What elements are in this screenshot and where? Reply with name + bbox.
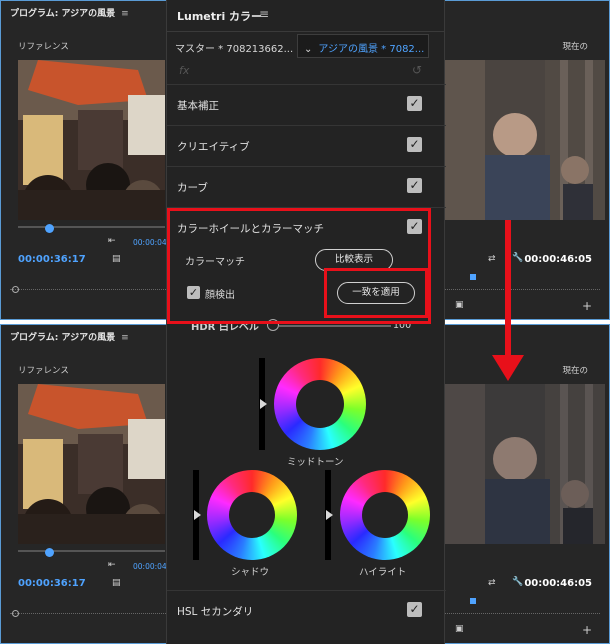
- section-basic-correction[interactable]: 基本補正 ✓: [167, 84, 446, 124]
- master-clip-tab[interactable]: マスター * 708213662...: [175, 40, 293, 55]
- highlight-color-wheel[interactable]: [340, 470, 430, 560]
- section-enable-checkbox[interactable]: ✓: [407, 178, 422, 193]
- hdr-slider-track[interactable]: [279, 325, 391, 327]
- midtone-color-wheel[interactable]: [274, 358, 366, 450]
- highlight-slider-knob[interactable]: [326, 510, 333, 520]
- ref-small-timecode: 00:00:04: [133, 238, 167, 247]
- section-creative[interactable]: クリエイティブ ✓: [167, 125, 446, 165]
- section-enable-checkbox[interactable]: ✓: [407, 602, 422, 617]
- camera-icon[interactable]: ▣: [455, 300, 464, 310]
- sequence-clip-dropdown[interactable]: ⌄ アジアの風景 * 7082...: [297, 34, 429, 58]
- clip-selector-row: マスター * 708213662... ⌄ アジアの風景 * 7082...: [167, 34, 446, 60]
- annotation-arrow-shaft: [505, 220, 511, 360]
- section-enable-checkbox[interactable]: ✓: [407, 96, 422, 111]
- section-curves[interactable]: カーブ ✓: [167, 166, 446, 206]
- monitor-title: プログラム: アジアの風景 ≡: [10, 9, 129, 19]
- midtone-label: ミッドトーン: [287, 457, 344, 468]
- panel-title: Lumetri カラー: [177, 10, 263, 23]
- section-label: クリエイティブ: [177, 141, 250, 153]
- hamburger-icon[interactable]: ≡: [121, 333, 129, 343]
- current-playhead[interactable]: [470, 598, 476, 604]
- reference-label: リファレンス: [18, 42, 69, 52]
- reference-playhead[interactable]: [45, 548, 54, 557]
- ref-timecode: 00:00:36:17: [18, 254, 86, 265]
- ref-small-timecode: 00:00:04: [133, 562, 167, 571]
- current-timecode: 00:00:46:05: [524, 254, 592, 265]
- reference-scrub-track[interactable]: [18, 226, 165, 228]
- chevron-down-icon: ⌄: [304, 44, 313, 55]
- step-back-icon[interactable]: ⇤: [108, 236, 116, 246]
- current-frame-image: [445, 384, 605, 544]
- section-enable-checkbox[interactable]: ✓: [407, 137, 422, 152]
- fx-icon[interactable]: fx: [179, 64, 189, 77]
- reference-frame-image: [18, 60, 165, 220]
- camera-icon[interactable]: ▣: [455, 624, 464, 634]
- current-playhead[interactable]: [470, 274, 476, 280]
- timeline-ruler-right[interactable]: [444, 604, 600, 614]
- screenshot-stage: プログラム: アジアの風景 ≡ リファレンス 現在の ⇤ 00:00:04 00…: [0, 0, 610, 644]
- split-view-icon[interactable]: ▤: [112, 254, 121, 264]
- current-label: 現在の: [562, 42, 588, 52]
- monitor-title: プログラム: アジアの風景 ≡: [10, 333, 129, 343]
- reference-playhead[interactable]: [45, 224, 54, 233]
- section-hsl-secondary[interactable]: HSL セカンダリ ✓: [167, 590, 446, 644]
- ruler-handle-left[interactable]: [12, 610, 19, 617]
- timeline-ruler-right[interactable]: [444, 280, 600, 290]
- add-icon[interactable]: +: [582, 299, 592, 313]
- shadow-slider-knob[interactable]: [194, 510, 201, 520]
- timeline-ruler-left[interactable]: [10, 280, 166, 290]
- reference-label: リファレンス: [18, 366, 69, 376]
- swap-icon[interactable]: ⇄: [488, 578, 496, 588]
- current-label: 現在の: [562, 366, 588, 376]
- section-label: 基本補正: [177, 100, 219, 112]
- step-back-icon[interactable]: ⇤: [108, 560, 116, 570]
- add-icon[interactable]: +: [582, 623, 592, 637]
- ref-timecode: 00:00:36:17: [18, 578, 86, 589]
- reference-frame-image: [18, 384, 165, 544]
- sequence-clip-label: アジアの風景 * 7082...: [318, 44, 425, 55]
- shadow-label: シャドウ: [231, 567, 270, 578]
- wrench-icon[interactable]: 🔧: [512, 577, 523, 587]
- section-label: HSL セカンダリ: [177, 606, 254, 618]
- annotation-box-apply-match: [324, 268, 428, 318]
- reset-icon[interactable]: ↺: [412, 63, 422, 77]
- reference-scrub-track[interactable]: [18, 550, 165, 552]
- midtone-slider-knob[interactable]: [260, 399, 267, 409]
- timeline-ruler-left[interactable]: [10, 604, 166, 614]
- split-view-icon[interactable]: ▤: [112, 578, 121, 588]
- swap-icon[interactable]: ⇄: [488, 254, 496, 264]
- section-label: カーブ: [177, 182, 208, 194]
- hamburger-icon[interactable]: ≡: [121, 9, 129, 19]
- ruler-handle-left[interactable]: [12, 286, 19, 293]
- annotation-arrow-head: [492, 355, 524, 381]
- shadow-color-wheel[interactable]: [207, 470, 297, 560]
- panel-header: Lumetri カラー ≡: [167, 0, 444, 32]
- highlight-label: ハイライト: [359, 567, 407, 578]
- current-timecode: 00:00:46:05: [524, 578, 592, 589]
- wrench-icon[interactable]: 🔧: [512, 253, 523, 263]
- hamburger-icon[interactable]: ≡: [259, 7, 269, 21]
- current-frame-image: [445, 60, 605, 220]
